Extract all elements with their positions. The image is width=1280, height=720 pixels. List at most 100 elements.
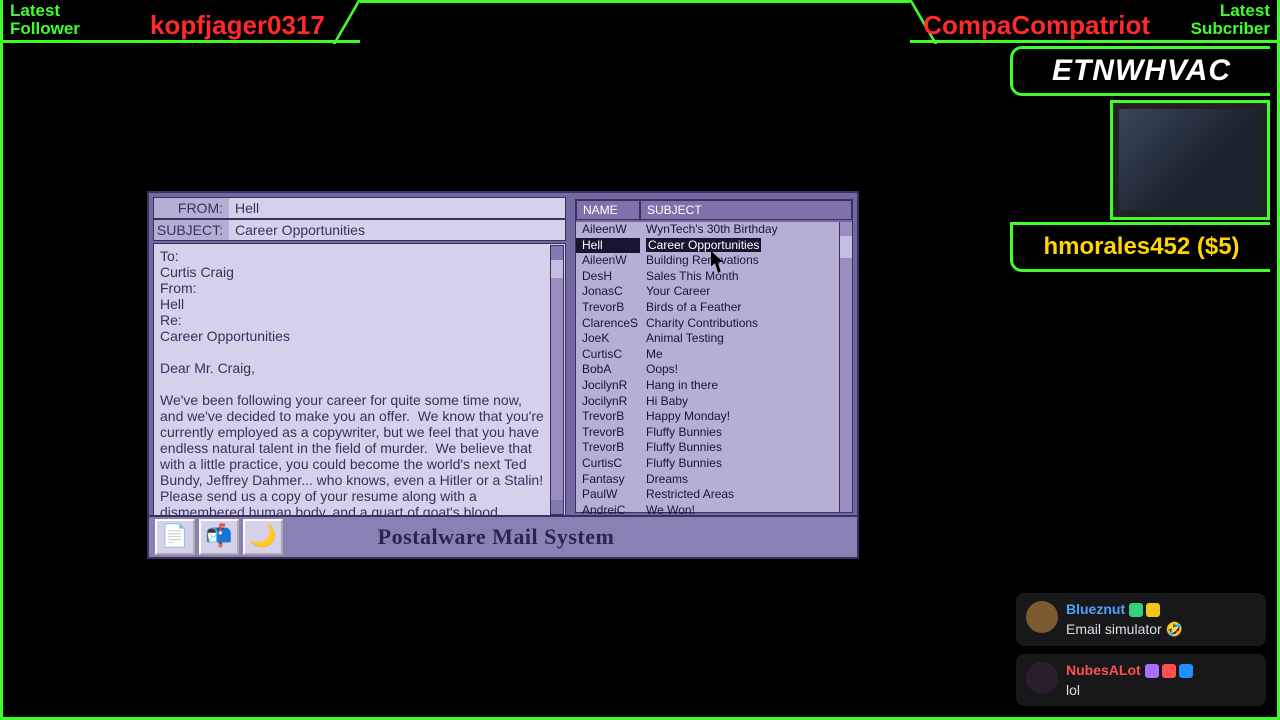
chat-avatar <box>1026 601 1058 633</box>
overlay-border-top-mid <box>360 0 910 3</box>
donation-box: hmorales452 ($5) <box>1010 222 1270 272</box>
chat-badge-icon <box>1179 664 1193 678</box>
inbox-row-name: AileenW <box>576 253 640 269</box>
inbox-list: NAME SUBJECT AileenWWynTech's 30th Birth… <box>575 199 853 513</box>
latest-subscriber-label: Latest Subcriber <box>1191 2 1270 38</box>
inbox-row[interactable]: PaulWRestricted Areas <box>576 487 852 503</box>
inbox-row-subject: Birds of a Feather <box>640 300 852 316</box>
chat-badge-icon <box>1162 664 1176 678</box>
compose-button[interactable]: 📄 <box>155 519 195 555</box>
inbox-row[interactable]: FantasyDreams <box>576 472 852 488</box>
chat-badges <box>1145 664 1193 678</box>
mail-window: FROM: Hell SUBJECT: Career Opportunities… <box>147 191 859 559</box>
header-subject-row: SUBJECT: Career Opportunities <box>153 219 566 241</box>
inbox-row[interactable]: AileenWBuilding Renovations <box>576 253 852 269</box>
inbox-row[interactable]: CurtisCMe <box>576 347 852 363</box>
inbox-row-name: BobA <box>576 362 640 378</box>
inbox-row[interactable]: HellCareer Opportunities <box>576 238 852 254</box>
inbox-row-name: Fantasy <box>576 472 640 488</box>
inbox-row[interactable]: ClarenceSCharity Contributions <box>576 316 852 332</box>
message-scrollbar[interactable] <box>550 245 564 515</box>
inbox-row-subject: Sales This Month <box>640 269 852 285</box>
chat-panel: Blueznut Email simulator 🤣 NubesALotlol <box>1016 585 1266 706</box>
inbox-row-name: TrevorB <box>576 440 640 456</box>
latest-follower-label: Latest Follower <box>10 2 80 38</box>
inbox-row[interactable]: CurtisCFluffy Bunnies <box>576 456 852 472</box>
night-button[interactable]: 🌙 <box>243 519 283 555</box>
inbox-row[interactable]: TrevorBHappy Monday! <box>576 409 852 425</box>
inbox-row-name: JoeK <box>576 331 640 347</box>
inbox-row[interactable]: TrevorBFluffy Bunnies <box>576 425 852 441</box>
inbox-row[interactable]: JoeKAnimal Testing <box>576 331 852 347</box>
inbox-row-subject: Fluffy Bunnies <box>640 456 852 472</box>
chat-username: NubesALot <box>1066 662 1141 678</box>
chat-badge-icon <box>1145 664 1159 678</box>
latest-follower-name: kopfjager0317 <box>150 10 325 41</box>
inbox-row-subject: Dreams <box>640 472 852 488</box>
inbox-row[interactable]: BobAOops! <box>576 362 852 378</box>
inbox-header-name[interactable]: NAME <box>576 200 640 220</box>
inbox-row-name: PaulW <box>576 487 640 503</box>
from-value: Hell <box>229 198 565 218</box>
inbox-row[interactable]: JocilynRHang in there <box>576 378 852 394</box>
overlay-border-diag-left <box>333 0 361 44</box>
inbox-row[interactable]: DesHSales This Month <box>576 269 852 285</box>
inbox-row-subject: Building Renovations <box>640 253 852 269</box>
inbox-row-name: AileenW <box>576 222 640 238</box>
inbox-row-name: CurtisC <box>576 456 640 472</box>
mailbox-icon: 📬 <box>205 524 232 550</box>
inbox-row-name: JocilynR <box>576 378 640 394</box>
inbox-row-subject: Charity Contributions <box>640 316 852 332</box>
inbox-row-subject: Fluffy Bunnies <box>640 440 852 456</box>
inbox-row-name: JocilynR <box>576 394 640 410</box>
chat-badge-icon <box>1129 603 1143 617</box>
document-icon: 📄 <box>161 524 188 550</box>
inbox-row-subject: Your Career <box>640 284 852 300</box>
inbox-row[interactable]: TrevorBBirds of a Feather <box>576 300 852 316</box>
inbox-row-name: DesH <box>576 269 640 285</box>
chat-avatar <box>1026 662 1058 694</box>
mailbox-button[interactable]: 📬 <box>199 519 239 555</box>
inbox-row-subject: WynTech's 30th Birthday <box>640 222 852 238</box>
game-viewport: FROM: Hell SUBJECT: Career Opportunities… <box>12 46 982 711</box>
mail-app-title: Postalware Mail System <box>285 524 857 550</box>
inbox-row-subject: Me <box>640 347 852 363</box>
overlay-border-left <box>0 0 3 720</box>
inbox-row-subject: Restricted Areas <box>640 487 852 503</box>
header-from-row: FROM: Hell <box>153 197 566 219</box>
inbox-row[interactable]: AileenWWynTech's 30th Birthday <box>576 222 852 238</box>
channel-logo-box: ETNWHVAC <box>1010 46 1270 96</box>
inbox-body: AileenWWynTech's 30th BirthdayHellCareer… <box>576 222 852 512</box>
inbox-row[interactable]: JonasCYour Career <box>576 284 852 300</box>
message-scrollbar-thumb[interactable] <box>551 260 563 278</box>
chat-text: Email simulator 🤣 <box>1066 621 1256 638</box>
webcam-feed <box>1110 100 1270 220</box>
inbox-row-subject: Happy Monday! <box>640 409 852 425</box>
inbox-row-name: TrevorB <box>576 300 640 316</box>
inbox-scrollbar[interactable] <box>839 222 852 512</box>
channel-logo-text: ETNWHVAC <box>1052 54 1231 88</box>
inbox-row-subject: Animal Testing <box>640 331 852 347</box>
inbox-row-name: TrevorB <box>576 409 640 425</box>
inbox-row-subject: Career Opportunities <box>640 238 852 254</box>
inbox-row[interactable]: TrevorBFluffy Bunnies <box>576 440 852 456</box>
inbox-header-subject[interactable]: SUBJECT <box>640 200 852 220</box>
message-pane: FROM: Hell SUBJECT: Career Opportunities… <box>153 197 566 517</box>
inbox-row-name: Hell <box>576 238 640 254</box>
chat-message[interactable]: Blueznut Email simulator 🤣 <box>1016 593 1266 646</box>
inbox-row-name: CurtisC <box>576 347 640 363</box>
donation-text: hmorales452 ($5) <box>1043 233 1239 261</box>
latest-subscriber-name: CompaCompatriot <box>923 10 1150 41</box>
inbox-row[interactable]: JocilynRHi Baby <box>576 394 852 410</box>
chat-username: Blueznut <box>1066 601 1125 617</box>
chat-message[interactable]: NubesALotlol <box>1016 654 1266 706</box>
inbox-row-subject: Hang in there <box>640 378 852 394</box>
subject-value: Career Opportunities <box>229 220 565 240</box>
moon-icon: 🌙 <box>249 524 276 550</box>
inbox-scrollbar-thumb[interactable] <box>840 236 852 258</box>
chat-badge-icon <box>1146 603 1160 617</box>
inbox-row-name: ClarenceS <box>576 316 640 332</box>
from-label: FROM: <box>154 198 229 218</box>
inbox-row-name: JonasC <box>576 284 640 300</box>
message-body[interactable]: To: Curtis Craig From: Hell Re: Career O… <box>153 243 566 517</box>
